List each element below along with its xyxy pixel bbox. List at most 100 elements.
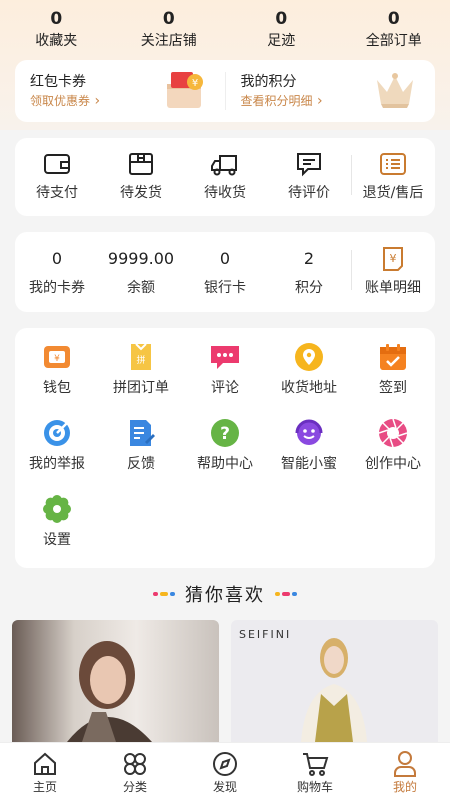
- comment-icon: [183, 342, 267, 372]
- svg-text:¥: ¥: [54, 354, 60, 364]
- tool-label: 签到: [379, 380, 407, 396]
- tab-discover[interactable]: 发现: [180, 743, 270, 800]
- orders-card: 待支付 待发货 待收货 待评价 退货/售后: [15, 138, 435, 216]
- group-order-icon: 拼: [99, 342, 183, 372]
- bottom-tab-bar: 主页 分类 发现 购物车 我的: [0, 742, 450, 800]
- order-pending-shipment[interactable]: 待发货: [99, 151, 183, 203]
- stat-value: 0: [50, 9, 63, 29]
- tool-check-in[interactable]: 签到: [351, 342, 435, 398]
- stat-favorites[interactable]: 0 收藏夹: [0, 8, 113, 58]
- stat-value: 0: [162, 9, 175, 29]
- tab-mine[interactable]: 我的: [360, 743, 450, 800]
- stat-followed-shops[interactable]: 0 关注店铺: [113, 8, 226, 58]
- points-entry[interactable]: 我的积分 查看积分明细: [226, 60, 436, 122]
- order-pending-payment[interactable]: 待支付: [15, 151, 99, 203]
- tab-label: 发现: [212, 780, 237, 794]
- tool-my-reports[interactable]: 我的举报: [15, 418, 99, 474]
- fund-points[interactable]: 2 积分: [267, 246, 351, 298]
- tool-feedback[interactable]: 反馈: [99, 418, 183, 474]
- stat-label: 关注店铺: [140, 33, 197, 49]
- recommend-header: 猜你喜欢: [0, 580, 450, 608]
- tool-label: 收货地址: [281, 380, 337, 396]
- box-icon: [99, 151, 183, 177]
- report-icon: [15, 418, 99, 448]
- stat-footprints[interactable]: 0 足迹: [225, 8, 338, 58]
- tab-label: 分类: [122, 780, 147, 794]
- tool-smart-assistant[interactable]: 智能小蜜: [267, 418, 351, 474]
- order-label: 待发货: [120, 185, 162, 201]
- order-pending-receipt[interactable]: 待收货: [183, 151, 267, 203]
- tab-label: 主页: [32, 780, 57, 794]
- tab-home[interactable]: 主页: [0, 743, 90, 800]
- svg-text:¥: ¥: [390, 252, 397, 265]
- product-card-1[interactable]: [12, 620, 219, 742]
- tool-label: 设置: [43, 532, 71, 548]
- fund-value: 0: [219, 249, 231, 268]
- order-returns[interactable]: 退货/售后: [351, 151, 435, 203]
- decor-flare-left: [153, 590, 176, 598]
- brand-label: SEIFINI: [239, 628, 292, 641]
- wallet-icon: [15, 151, 99, 177]
- fund-value: 9999.00: [107, 249, 175, 268]
- stat-label: 足迹: [267, 33, 296, 49]
- order-label: 待评价: [288, 185, 330, 201]
- decor-flare-right: [275, 590, 298, 598]
- tool-label: 我的举报: [29, 456, 85, 472]
- fund-bank-card[interactable]: 0 银行卡: [183, 246, 267, 298]
- camera-aperture-icon: [351, 418, 435, 448]
- tool-creator-center[interactable]: 创作中心: [351, 418, 435, 474]
- fund-my-coupons[interactable]: 0 我的卡券: [15, 246, 99, 298]
- tool-settings[interactable]: 设置: [15, 494, 99, 550]
- home-icon: [0, 749, 90, 779]
- category-icon: [90, 749, 180, 779]
- stat-all-orders[interactable]: 0 全部订单: [338, 8, 450, 58]
- tool-label: 智能小蜜: [281, 456, 337, 472]
- order-label: 退货/售后: [362, 185, 424, 201]
- compass-icon: [180, 749, 270, 779]
- order-pending-review[interactable]: 待评价: [267, 151, 351, 203]
- svg-text:¥: ¥: [191, 78, 197, 89]
- stats-row: 0 收藏夹 0 关注店铺 0 足迹 0 全部订单: [0, 8, 450, 58]
- bill-icon: ¥: [351, 246, 435, 272]
- tool-wallet[interactable]: ¥ 钱包: [15, 342, 99, 398]
- help-icon: ?: [183, 418, 267, 448]
- fund-label: 积分: [295, 280, 323, 296]
- tool-label: 帮助中心: [197, 456, 253, 472]
- tool-label: 反馈: [127, 456, 155, 472]
- calendar-icon: [351, 342, 435, 372]
- tool-shipping-address[interactable]: 收货地址: [267, 342, 351, 398]
- tool-comments[interactable]: 评论: [183, 342, 267, 398]
- assistant-icon: [267, 418, 351, 448]
- coupons-entry[interactable]: 红包卡券 领取优惠券 ¥: [15, 60, 225, 122]
- svg-text:拼: 拼: [136, 354, 145, 366]
- stat-label: 收藏夹: [35, 33, 78, 49]
- fund-label: 余额: [127, 280, 155, 296]
- tool-label: 钱包: [43, 380, 71, 396]
- fund-bill-details[interactable]: ¥ 账单明细: [351, 246, 435, 298]
- funds-card: 0 我的卡券 9999.00 余额 0 银行卡 2 积分 ¥ 账单明细: [15, 232, 435, 312]
- svg-text:?: ?: [220, 424, 230, 444]
- tab-cart[interactable]: 购物车: [270, 743, 360, 800]
- tool-group-orders[interactable]: 拼 拼团订单: [99, 342, 183, 398]
- fund-value: 2: [303, 249, 315, 268]
- tool-help-center[interactable]: ? 帮助中心: [183, 418, 267, 474]
- tool-label: 创作中心: [365, 456, 421, 472]
- product-image-1: [67, 641, 152, 742]
- fund-label: 银行卡: [204, 280, 246, 296]
- tools-card: ¥ 钱包 拼 拼团订单 评论 收货地址 签到 我的举报 反馈 ? 帮助中心 智能…: [15, 328, 435, 568]
- location-icon: [267, 342, 351, 372]
- user-icon: [360, 749, 450, 779]
- tab-label: 我的: [392, 780, 417, 794]
- tab-category[interactable]: 分类: [90, 743, 180, 800]
- tool-label: 拼团订单: [113, 380, 169, 396]
- fund-label: 账单明细: [365, 280, 421, 296]
- stat-value: 0: [275, 9, 288, 29]
- comment-icon: [267, 151, 351, 177]
- order-label: 待支付: [36, 185, 78, 201]
- red-packet-icon: ¥: [165, 70, 207, 114]
- product-card-2[interactable]: SEIFINI: [231, 620, 438, 742]
- fund-label: 我的卡券: [29, 280, 85, 296]
- tab-label: 购物车: [296, 780, 333, 794]
- truck-icon: [183, 151, 267, 177]
- fund-balance[interactable]: 9999.00 余额: [99, 246, 183, 298]
